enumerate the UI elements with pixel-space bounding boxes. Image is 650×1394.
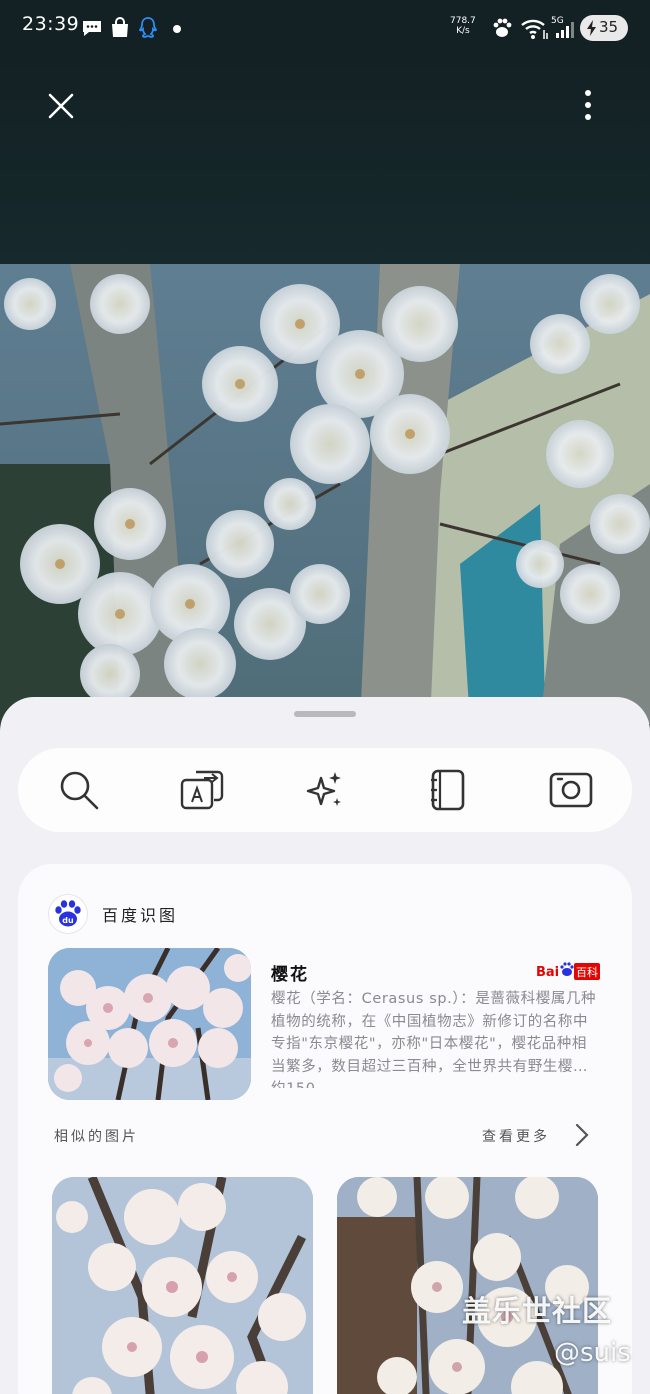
- battery-level: 35: [599, 18, 619, 36]
- similar-image-1[interactable]: [52, 1177, 313, 1394]
- charging-icon: [587, 20, 596, 36]
- translate-tool-button[interactable]: [180, 768, 224, 812]
- qq-icon: [138, 17, 158, 38]
- notebook-tool-button[interactable]: [426, 768, 470, 812]
- more-options-button[interactable]: [572, 85, 604, 127]
- dot-indicator-icon: [173, 25, 181, 33]
- similar-images-label: 相似的图片: [54, 1129, 139, 1145]
- cherry-thumbnail-image: [48, 948, 251, 1100]
- sheet-drag-handle[interactable]: [294, 711, 356, 717]
- translate-icon: [180, 770, 224, 810]
- cherry-blossom-photo: [0, 264, 650, 724]
- watermark-username: @suis: [554, 1338, 631, 1368]
- network-speed-value: 778.7: [450, 16, 476, 26]
- status-bar: 23:39 778.7 K/s 5G 35: [0, 0, 650, 58]
- similar-cherry-photo-1: [52, 1177, 313, 1394]
- search-icon: [60, 771, 99, 810]
- analysed-photo[interactable]: [0, 264, 650, 724]
- result-thumbnail[interactable]: [48, 948, 251, 1100]
- shopping-bag-icon: [112, 17, 128, 37]
- baidu-paw-logo-icon: du: [55, 900, 81, 927]
- baike-badge-icon: Bai 百科: [536, 962, 600, 980]
- battery-indicator: 35: [580, 15, 628, 41]
- baidu-paw-icon: [493, 18, 512, 37]
- svg-text:du: du: [62, 916, 74, 925]
- message-icon: [83, 21, 101, 36]
- baidu-baike-logo: Bai 百科: [536, 960, 600, 982]
- viewer-top-bar: [0, 58, 650, 264]
- network-speed-unit: K/s: [456, 26, 470, 36]
- close-icon: [48, 93, 74, 119]
- lens-toolbar: [18, 748, 632, 832]
- chevron-right-icon[interactable]: [574, 1122, 590, 1148]
- status-time: 23:39: [22, 13, 80, 35]
- camera-icon: [549, 772, 593, 808]
- more-vertical-icon: [585, 90, 591, 120]
- svg-text:百科: 百科: [576, 965, 598, 979]
- notebook-icon: [431, 769, 465, 811]
- result-description: 樱花（学名：Cerasus sp.）：是蔷薇科樱属几种植物的统称，在《中国植物志…: [271, 991, 597, 1088]
- svg-text:Bai: Bai: [536, 965, 559, 980]
- forum-watermark: 盖乐世社区 @suis: [462, 1288, 631, 1368]
- search-tool-button[interactable]: [57, 768, 101, 812]
- wifi-icon: [521, 19, 548, 39]
- baidu-logo: du: [48, 894, 88, 934]
- sparkle-icon: [306, 772, 341, 806]
- network-speed: 778.7 K/s: [450, 16, 476, 36]
- see-more-link[interactable]: 查看更多: [482, 1126, 550, 1146]
- watermark-main: 盖乐世社区: [462, 1294, 613, 1328]
- camera-tool-button[interactable]: [549, 768, 593, 812]
- result-title[interactable]: 樱花: [271, 960, 309, 985]
- ai-tool-button[interactable]: [303, 768, 347, 812]
- signal-icon: [556, 22, 574, 38]
- source-name: 百度识图: [102, 906, 179, 925]
- close-button[interactable]: [40, 85, 82, 127]
